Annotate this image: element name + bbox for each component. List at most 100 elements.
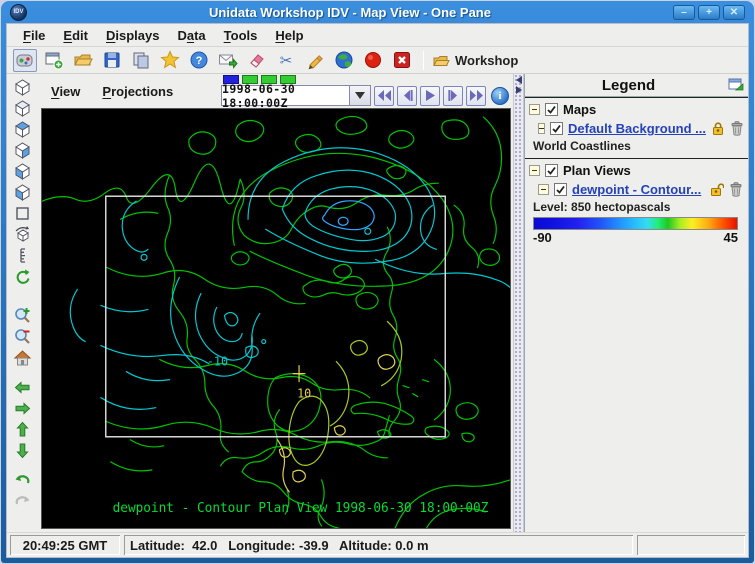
- view-cube-right-button[interactable]: [10, 140, 34, 161]
- plan-views-section-label: Plan Views: [563, 163, 631, 178]
- check-icon: [547, 166, 556, 175]
- info-button[interactable]: i: [491, 86, 509, 105]
- menu-data[interactable]: Data: [169, 26, 213, 45]
- pencil-icon: [308, 55, 323, 70]
- legend-empty-area: [525, 250, 748, 532]
- pan-up-button[interactable]: [10, 419, 34, 440]
- menu-displays[interactable]: Displays: [98, 26, 167, 45]
- refresh-button[interactable]: [10, 266, 34, 287]
- play-button[interactable]: [420, 85, 440, 106]
- menu-file[interactable]: File: [15, 26, 53, 45]
- cut-button[interactable]: ✂: [274, 49, 298, 72]
- help-icon: ?: [190, 51, 208, 69]
- refresh-icon: [16, 269, 29, 284]
- support-button[interactable]: [216, 49, 240, 72]
- trash-icon[interactable]: [731, 121, 743, 136]
- arrow-left-icon: [14, 381, 29, 394]
- erase-button[interactable]: [245, 49, 269, 72]
- collapse-right-icon[interactable]: [515, 86, 522, 94]
- view-cube-top-button[interactable]: [10, 119, 34, 140]
- menu-tools[interactable]: Tools: [216, 26, 266, 45]
- redo-button[interactable]: [10, 491, 34, 512]
- cube-wireframe-icon: [14, 79, 30, 96]
- undo-button[interactable]: [10, 470, 34, 491]
- menu-edit[interactable]: Edit: [55, 26, 96, 45]
- time-dropdown-button[interactable]: [349, 85, 371, 106]
- draw-button[interactable]: [303, 49, 327, 72]
- time-selector[interactable]: 1998-06-30 18:00:00Z: [221, 82, 371, 110]
- dashboard-button[interactable]: [13, 48, 37, 72]
- menu-help[interactable]: Help: [267, 26, 311, 45]
- maximize-button[interactable]: +: [698, 4, 720, 20]
- lock-open-icon[interactable]: [710, 182, 724, 197]
- plan-views-visibility-checkbox[interactable]: [545, 164, 558, 177]
- home-view-button[interactable]: [10, 347, 34, 368]
- save-button[interactable]: [100, 49, 124, 72]
- collapse-left-icon[interactable]: [515, 76, 522, 84]
- go-first-button[interactable]: [374, 85, 394, 106]
- collapse-plan-views-button[interactable]: [529, 165, 540, 176]
- view-cube-perspective-button[interactable]: [10, 77, 34, 98]
- step-forward-button[interactable]: [443, 85, 463, 106]
- contour-label-negative: -10: [207, 354, 228, 368]
- menu-view[interactable]: View: [43, 82, 88, 101]
- title-bar[interactable]: IDV Unidata Workshop IDV - Map View - On…: [6, 1, 749, 23]
- dewpoint-colorbar[interactable]: [533, 217, 738, 230]
- help-button[interactable]: ?: [187, 49, 211, 72]
- play-icon: [425, 90, 435, 101]
- step-back-button[interactable]: [397, 85, 417, 106]
- window-title: Unidata Workshop IDV - Map View - One Pa…: [209, 4, 491, 20]
- cursor-position-status: Latitude: 42.0 Longitude: -39.9 Altitude…: [124, 535, 633, 555]
- arrow-right-icon: [15, 402, 30, 415]
- view-cube-overhead-button[interactable]: [10, 98, 34, 119]
- step-forward-icon: [447, 90, 457, 101]
- pan-left-button[interactable]: [10, 377, 34, 398]
- zoom-out-button[interactable]: [10, 326, 34, 347]
- pan-right-button[interactable]: [10, 398, 34, 419]
- collapse-maps-button[interactable]: [529, 104, 540, 115]
- globe-button[interactable]: [332, 49, 356, 72]
- zoom-in-button[interactable]: [10, 305, 34, 326]
- lock-closed-icon[interactable]: [711, 121, 725, 136]
- collapse-dewpoint-button[interactable]: [538, 184, 549, 195]
- go-last-button[interactable]: [466, 85, 486, 106]
- favorites-button[interactable]: [158, 49, 182, 72]
- new-window-button[interactable]: [42, 49, 66, 72]
- rotate-view-button[interactable]: [10, 224, 34, 245]
- exit-button[interactable]: [390, 49, 414, 72]
- pan-down-button[interactable]: [10, 440, 34, 461]
- open-button[interactable]: [71, 49, 95, 72]
- view-cube-left-button[interactable]: [10, 182, 34, 203]
- trash-icon[interactable]: [730, 182, 742, 197]
- arrow-up-icon: [15, 421, 29, 437]
- minimize-button[interactable]: –: [673, 4, 695, 20]
- box-outline-icon: [15, 207, 29, 220]
- cube-right-face-icon: [14, 142, 30, 159]
- status-bar: 20:49:25 GMT Latitude: 42.0 Longitude: -…: [7, 532, 748, 557]
- contours-yellow: [276, 353, 396, 493]
- legend-section-plan-views: Plan Views dewpoint - Contour... Level: …: [525, 158, 748, 250]
- copy-button[interactable]: [129, 49, 153, 72]
- map-canvas[interactable]: -10 10 dewpoint - Contour Plan View 1998…: [41, 108, 511, 529]
- rotate-cube-icon: [15, 226, 29, 242]
- dewpoint-visibility-checkbox[interactable]: [554, 183, 567, 196]
- save-icon: [104, 52, 120, 68]
- dewpoint-contour-link[interactable]: dewpoint - Contour...: [572, 182, 701, 197]
- float-legend-icon[interactable]: [728, 78, 744, 92]
- view-cube-front-button[interactable]: [10, 161, 34, 182]
- menu-bar: File Edit Displays Data Tools Help: [7, 24, 748, 47]
- background-maps-checkbox[interactable]: [550, 122, 563, 135]
- workshop-group[interactable]: Workshop: [433, 53, 518, 68]
- collapse-background-maps-button[interactable]: [538, 123, 545, 134]
- legend-panel: Legend Maps Default Background ... World…: [524, 74, 748, 532]
- stop-loads-button[interactable]: [361, 49, 385, 72]
- bounding-box-button[interactable]: [10, 203, 34, 224]
- panel-splitter[interactable]: [513, 74, 524, 532]
- vertical-scale-button[interactable]: [10, 245, 34, 266]
- default-background-link[interactable]: Default Background ...: [568, 121, 706, 136]
- maps-visibility-checkbox[interactable]: [545, 103, 558, 116]
- menu-projections[interactable]: Projections: [94, 82, 181, 101]
- level-label: Level: 850 hectopascals: [533, 200, 671, 214]
- view-panel-menus: View Projections: [43, 79, 181, 103]
- close-button[interactable]: ✕: [723, 4, 745, 20]
